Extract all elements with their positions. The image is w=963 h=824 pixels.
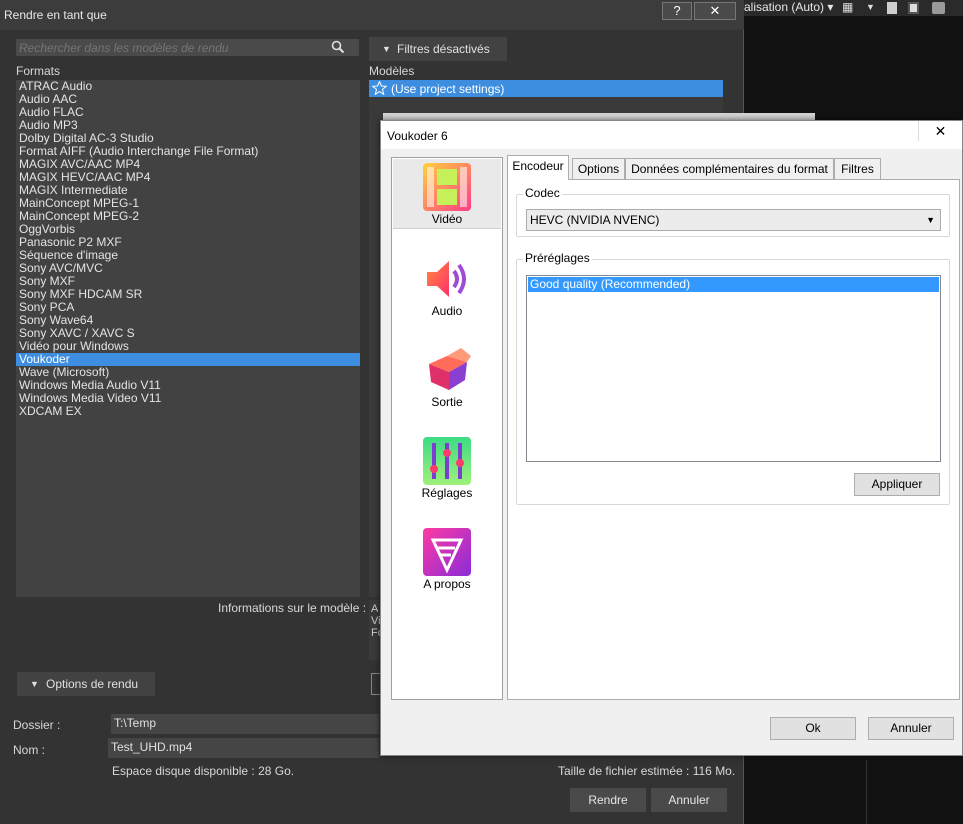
- formats-list[interactable]: ATRAC Audio Audio AAC Audio FLAC Audio MP3 D…: [16, 80, 360, 597]
- nav-item-output[interactable]: Sortie: [393, 342, 501, 412]
- video-film-icon: [423, 163, 471, 211]
- cancel-button[interactable]: Annuler: [651, 788, 727, 812]
- nav-label: Sortie: [431, 395, 463, 409]
- nav-item-settings[interactable]: Réglages: [393, 433, 501, 503]
- close-button[interactable]: ✕: [694, 2, 736, 20]
- preset-item-selected[interactable]: Good quality (Recommended): [528, 277, 939, 292]
- disk-space-text: Espace disque disponible : 28 Go.: [112, 764, 295, 778]
- model-info-label: Informations sur le modèle :: [218, 601, 367, 615]
- template-search: [16, 39, 359, 56]
- render-button[interactable]: Rendre: [570, 788, 646, 812]
- help-button[interactable]: ?: [662, 2, 692, 20]
- copy-icon[interactable]: [887, 2, 897, 14]
- cancel-button[interactable]: Annuler: [868, 717, 954, 740]
- nav-item-about[interactable]: A propos: [393, 524, 501, 594]
- background-toolbar: alisation (Auto) ▾ ▦ ▼: [742, 0, 963, 16]
- output-box-icon: [423, 346, 471, 394]
- settings-icon[interactable]: [932, 2, 945, 14]
- folder-label: Dossier :: [13, 718, 61, 732]
- models-label: Modèles: [369, 64, 415, 78]
- speaker-icon: [423, 255, 471, 303]
- about-logo-icon: [423, 528, 471, 576]
- dialog-title-bar: Rendre en tant que ? ✕: [0, 0, 744, 30]
- grid-icon[interactable]: ▦: [842, 0, 854, 14]
- voukoder-sidebar: Vidéo Audio Sortie Réglages A propos: [391, 157, 503, 700]
- chevron-down-icon: ▼: [926, 215, 935, 225]
- model-label: (Use project settings): [391, 82, 505, 96]
- tab-format-data[interactable]: Données complémentaires du format: [625, 158, 834, 180]
- codec-select[interactable]: HEVC (NVIDIA NVENC) ▼: [526, 209, 941, 231]
- render-options-label: Options de rendu: [46, 677, 139, 691]
- star-icon[interactable]: [371, 80, 388, 98]
- filter-button-label: Filtres désactivés: [397, 42, 490, 56]
- presets-group: Préréglages Good quality (Recommended) A…: [516, 251, 950, 505]
- save-icon[interactable]: [908, 2, 919, 14]
- nav-label: Réglages: [421, 486, 473, 500]
- filter-button[interactable]: ▼ Filtres désactivés: [369, 37, 507, 61]
- nav-label: A propos: [423, 577, 471, 591]
- codec-label: Codec: [523, 186, 562, 200]
- nav-item-video[interactable]: Vidéo: [393, 159, 501, 229]
- chevron-down-icon: ▼: [30, 679, 39, 689]
- tab-options[interactable]: Options: [572, 158, 625, 180]
- dialog-title: Rendre en tant que: [4, 8, 107, 22]
- apply-button[interactable]: Appliquer: [854, 473, 940, 496]
- presets-label: Préréglages: [523, 251, 592, 265]
- sliders-icon: [423, 437, 471, 485]
- encoder-panel: Codec HEVC (NVIDIA NVENC) ▼ Préréglages …: [507, 179, 960, 700]
- render-options-button[interactable]: ▼ Options de rendu: [17, 672, 155, 696]
- name-field[interactable]: Test_UHD.mp4: [108, 738, 379, 758]
- preview-quality-dropdown[interactable]: alisation (Auto) ▾: [744, 0, 833, 14]
- voukoder-title-bar: Voukoder 6 ✕: [381, 121, 962, 149]
- folder-field[interactable]: T:\Temp: [111, 714, 379, 734]
- search-icon[interactable]: [331, 40, 345, 57]
- voukoder-dialog: Voukoder 6 ✕ Vidéo Audio Sortie Réglages…: [380, 120, 963, 756]
- nav-item-audio[interactable]: Audio: [393, 251, 501, 321]
- file-size-text: Taille de fichier estimée : 116 Mo.: [558, 764, 736, 778]
- codec-value: HEVC (NVIDIA NVENC): [530, 213, 660, 227]
- divider: [866, 760, 867, 824]
- formats-label: Formats: [16, 64, 61, 78]
- voukoder-title: Voukoder 6: [387, 129, 448, 143]
- tab-filters[interactable]: Filtres: [834, 158, 881, 180]
- nav-label: Vidéo: [431, 212, 463, 226]
- nav-label: Audio: [431, 304, 463, 318]
- presets-list[interactable]: Good quality (Recommended): [526, 275, 941, 462]
- close-button[interactable]: ✕: [918, 121, 962, 141]
- chevron-down-icon: ▼: [382, 44, 391, 54]
- search-input[interactable]: [16, 39, 326, 56]
- tab-encoder[interactable]: Encodeur: [507, 155, 569, 180]
- format-item[interactable]: XDCAM EX: [16, 405, 360, 418]
- codec-group: Codec HEVC (NVIDIA NVENC) ▼: [516, 186, 950, 237]
- model-item-selected[interactable]: (Use project settings): [369, 80, 723, 97]
- ok-button[interactable]: Ok: [770, 717, 856, 740]
- chevron-down-icon[interactable]: ▼: [866, 2, 878, 14]
- name-label: Nom :: [13, 743, 46, 757]
